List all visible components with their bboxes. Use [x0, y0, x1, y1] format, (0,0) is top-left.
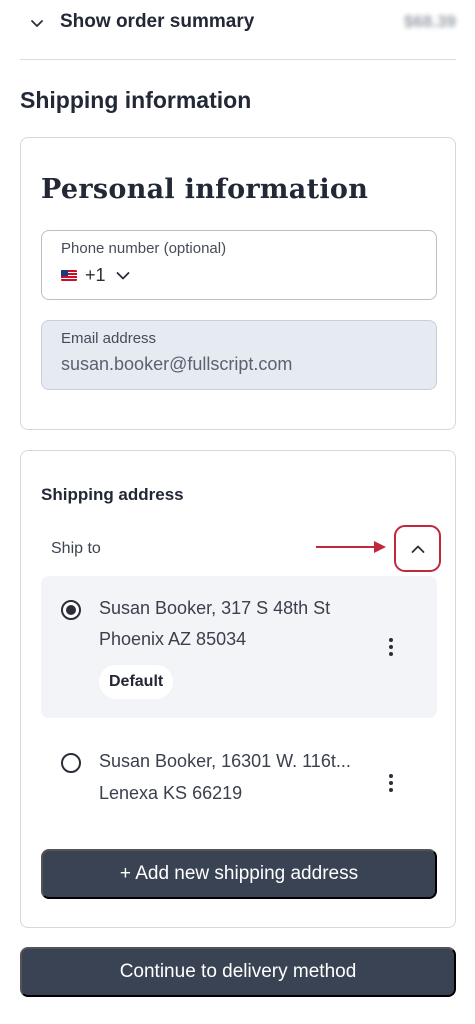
address-radio-unselected[interactable]: [61, 753, 81, 773]
order-summary-label: Show order summary: [60, 11, 255, 32]
shipping-address-heading: Shipping address: [41, 485, 184, 504]
page-section-title: Shipping information: [20, 87, 252, 113]
us-flag-icon: [61, 270, 77, 281]
personal-information-heading: Personal information: [41, 174, 369, 205]
address-line-2: Lenexa KS 66219: [99, 783, 243, 803]
chevron-up-icon: [411, 545, 424, 553]
shipping-address-card: Shipping address Ship to Susan Booker, 3…: [20, 450, 456, 928]
address-line-1: Susan Booker, 317 S 48th St: [99, 598, 331, 618]
more-options-icon[interactable]: [387, 773, 395, 793]
default-badge: Default: [99, 665, 174, 699]
chevron-down-icon: [31, 20, 43, 27]
personal-information-card: Personal information Phone number (optio…: [20, 137, 456, 430]
add-shipping-address-button[interactable]: + Add new shipping address: [41, 849, 437, 899]
order-summary-amount: $68.39: [404, 12, 456, 31]
email-label: Email address: [61, 330, 157, 347]
address-option-1[interactable]: Susan Booker, 317 S 48th St Phoenix AZ 8…: [41, 576, 437, 718]
country-code: +1: [85, 265, 106, 285]
chevron-down-icon: [116, 271, 129, 279]
email-value: susan.booker@fullscript.com: [61, 354, 293, 374]
phone-number-label: Phone number (optional): [61, 240, 227, 257]
address-line-1: Susan Booker, 16301 W. 116t...: [99, 751, 351, 771]
email-field[interactable]: Email address susan.booker@fullscript.co…: [41, 320, 437, 390]
more-options-icon[interactable]: [387, 637, 395, 657]
continue-to-delivery-button[interactable]: Continue to delivery method: [20, 947, 456, 997]
address-radio-selected[interactable]: [61, 600, 81, 620]
collapse-addresses-button[interactable]: [394, 525, 441, 572]
phone-number-field[interactable]: Phone number (optional) +1: [41, 230, 437, 300]
country-code-selector[interactable]: +1: [61, 265, 130, 286]
annotation-arrow-icon: [316, 541, 386, 553]
address-line-2: Phoenix AZ 85034: [99, 629, 247, 649]
ship-to-label: Ship to: [51, 540, 101, 557]
address-option-2[interactable]: Susan Booker, 16301 W. 116t... Lenexa KS…: [41, 731, 437, 821]
order-summary-toggle[interactable]: Show order summary $68.39: [20, 0, 456, 60]
